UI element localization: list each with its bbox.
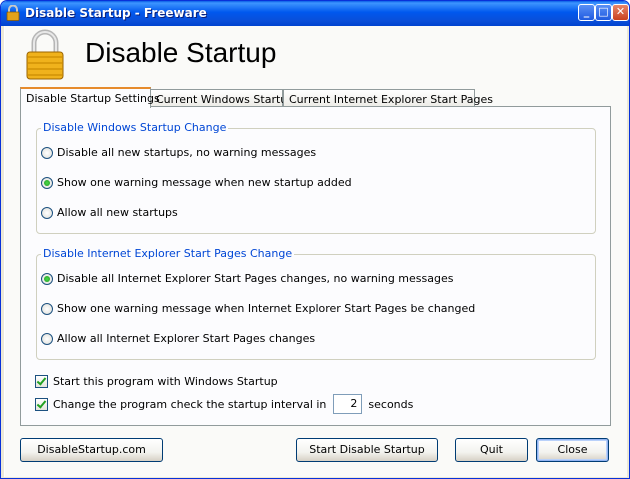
radio-option-warn-ie-changes[interactable]: Show one warning message when Internet E… [41,302,475,315]
quit-button[interactable]: Quit [455,438,528,462]
group-label: Disable Windows Startup Change [41,121,229,134]
checkbox-label: Change the program check the startup int… [53,397,327,411]
radio-button[interactable] [41,146,53,159]
app-heading: Disable Startup [85,37,277,68]
radio-option-disable-all-startups[interactable]: Disable all new startups, no warning mes… [41,146,316,159]
radio-button[interactable] [41,206,53,219]
window-title: Disable Startup - Freeware [25,6,207,20]
checkbox[interactable] [35,375,48,388]
option-label: Show one warning message when new startu… [57,176,352,189]
maximize-button[interactable]: □ [595,4,612,21]
option-label: Allow all Internet Explorer Start Pages … [57,332,316,345]
radio-button[interactable] [41,302,53,315]
checkbox-label: Start this program with Windows Startup [53,375,278,388]
option-label: Disable all new startups, no warning mes… [57,146,317,159]
option-label: Allow all new startups [57,206,178,219]
option-label: Show one warning message when Internet E… [57,302,476,315]
settings-panel: Disable Windows Startup Change Disable a… [20,106,611,426]
close-window-button[interactable]: ✕ [612,4,629,21]
radio-button[interactable] [41,332,53,345]
minimize-button[interactable]: _ [578,4,595,21]
radio-option-allow-ie-changes[interactable]: Allow all Internet Explorer Start Pages … [41,332,315,345]
tab-disable-startup-settings[interactable]: Disable Startup Settings [20,87,160,108]
radio-button[interactable] [41,176,53,189]
app-window: Disable Startup - Freeware _ □ ✕ Disable… [0,0,630,479]
radio-option-disable-ie-changes[interactable]: Disable all Internet Explorer Start Page… [41,272,453,285]
radio-option-allow-all-startups[interactable]: Allow all new startups [41,206,178,219]
start-disable-startup-button[interactable]: Start Disable Startup [296,438,438,462]
windows-startup-group: Disable Windows Startup Change Disable a… [36,121,596,234]
checkbox-check-interval[interactable]: Change the program check the startup int… [35,394,413,414]
tab-current-ie-start-pages[interactable]: Current Internet Explorer Start Pages [283,89,493,107]
title-bar[interactable]: Disable Startup - Freeware _ □ ✕ [1,1,629,26]
checkbox[interactable] [35,397,48,411]
ie-start-pages-group: Disable Internet Explorer Start Pages Ch… [36,247,596,360]
interval-seconds-input[interactable]: 2 [333,394,363,414]
group-label: Disable Internet Explorer Start Pages Ch… [41,247,295,260]
padlock-icon [26,29,64,80]
website-link-button[interactable]: DisableStartup.com [20,438,163,462]
option-label: Disable all Internet Explorer Start Page… [57,272,454,285]
seconds-label: seconds [368,397,414,411]
padlock-icon [6,5,20,21]
radio-option-warn-new-startup[interactable]: Show one warning message when new startu… [41,176,352,189]
radio-button[interactable] [41,272,53,285]
close-button[interactable]: Close [536,438,609,462]
tab-current-windows-startup[interactable]: Current Windows Startup [150,89,294,107]
checkbox-start-with-windows[interactable]: Start this program with Windows Startup [35,375,278,388]
